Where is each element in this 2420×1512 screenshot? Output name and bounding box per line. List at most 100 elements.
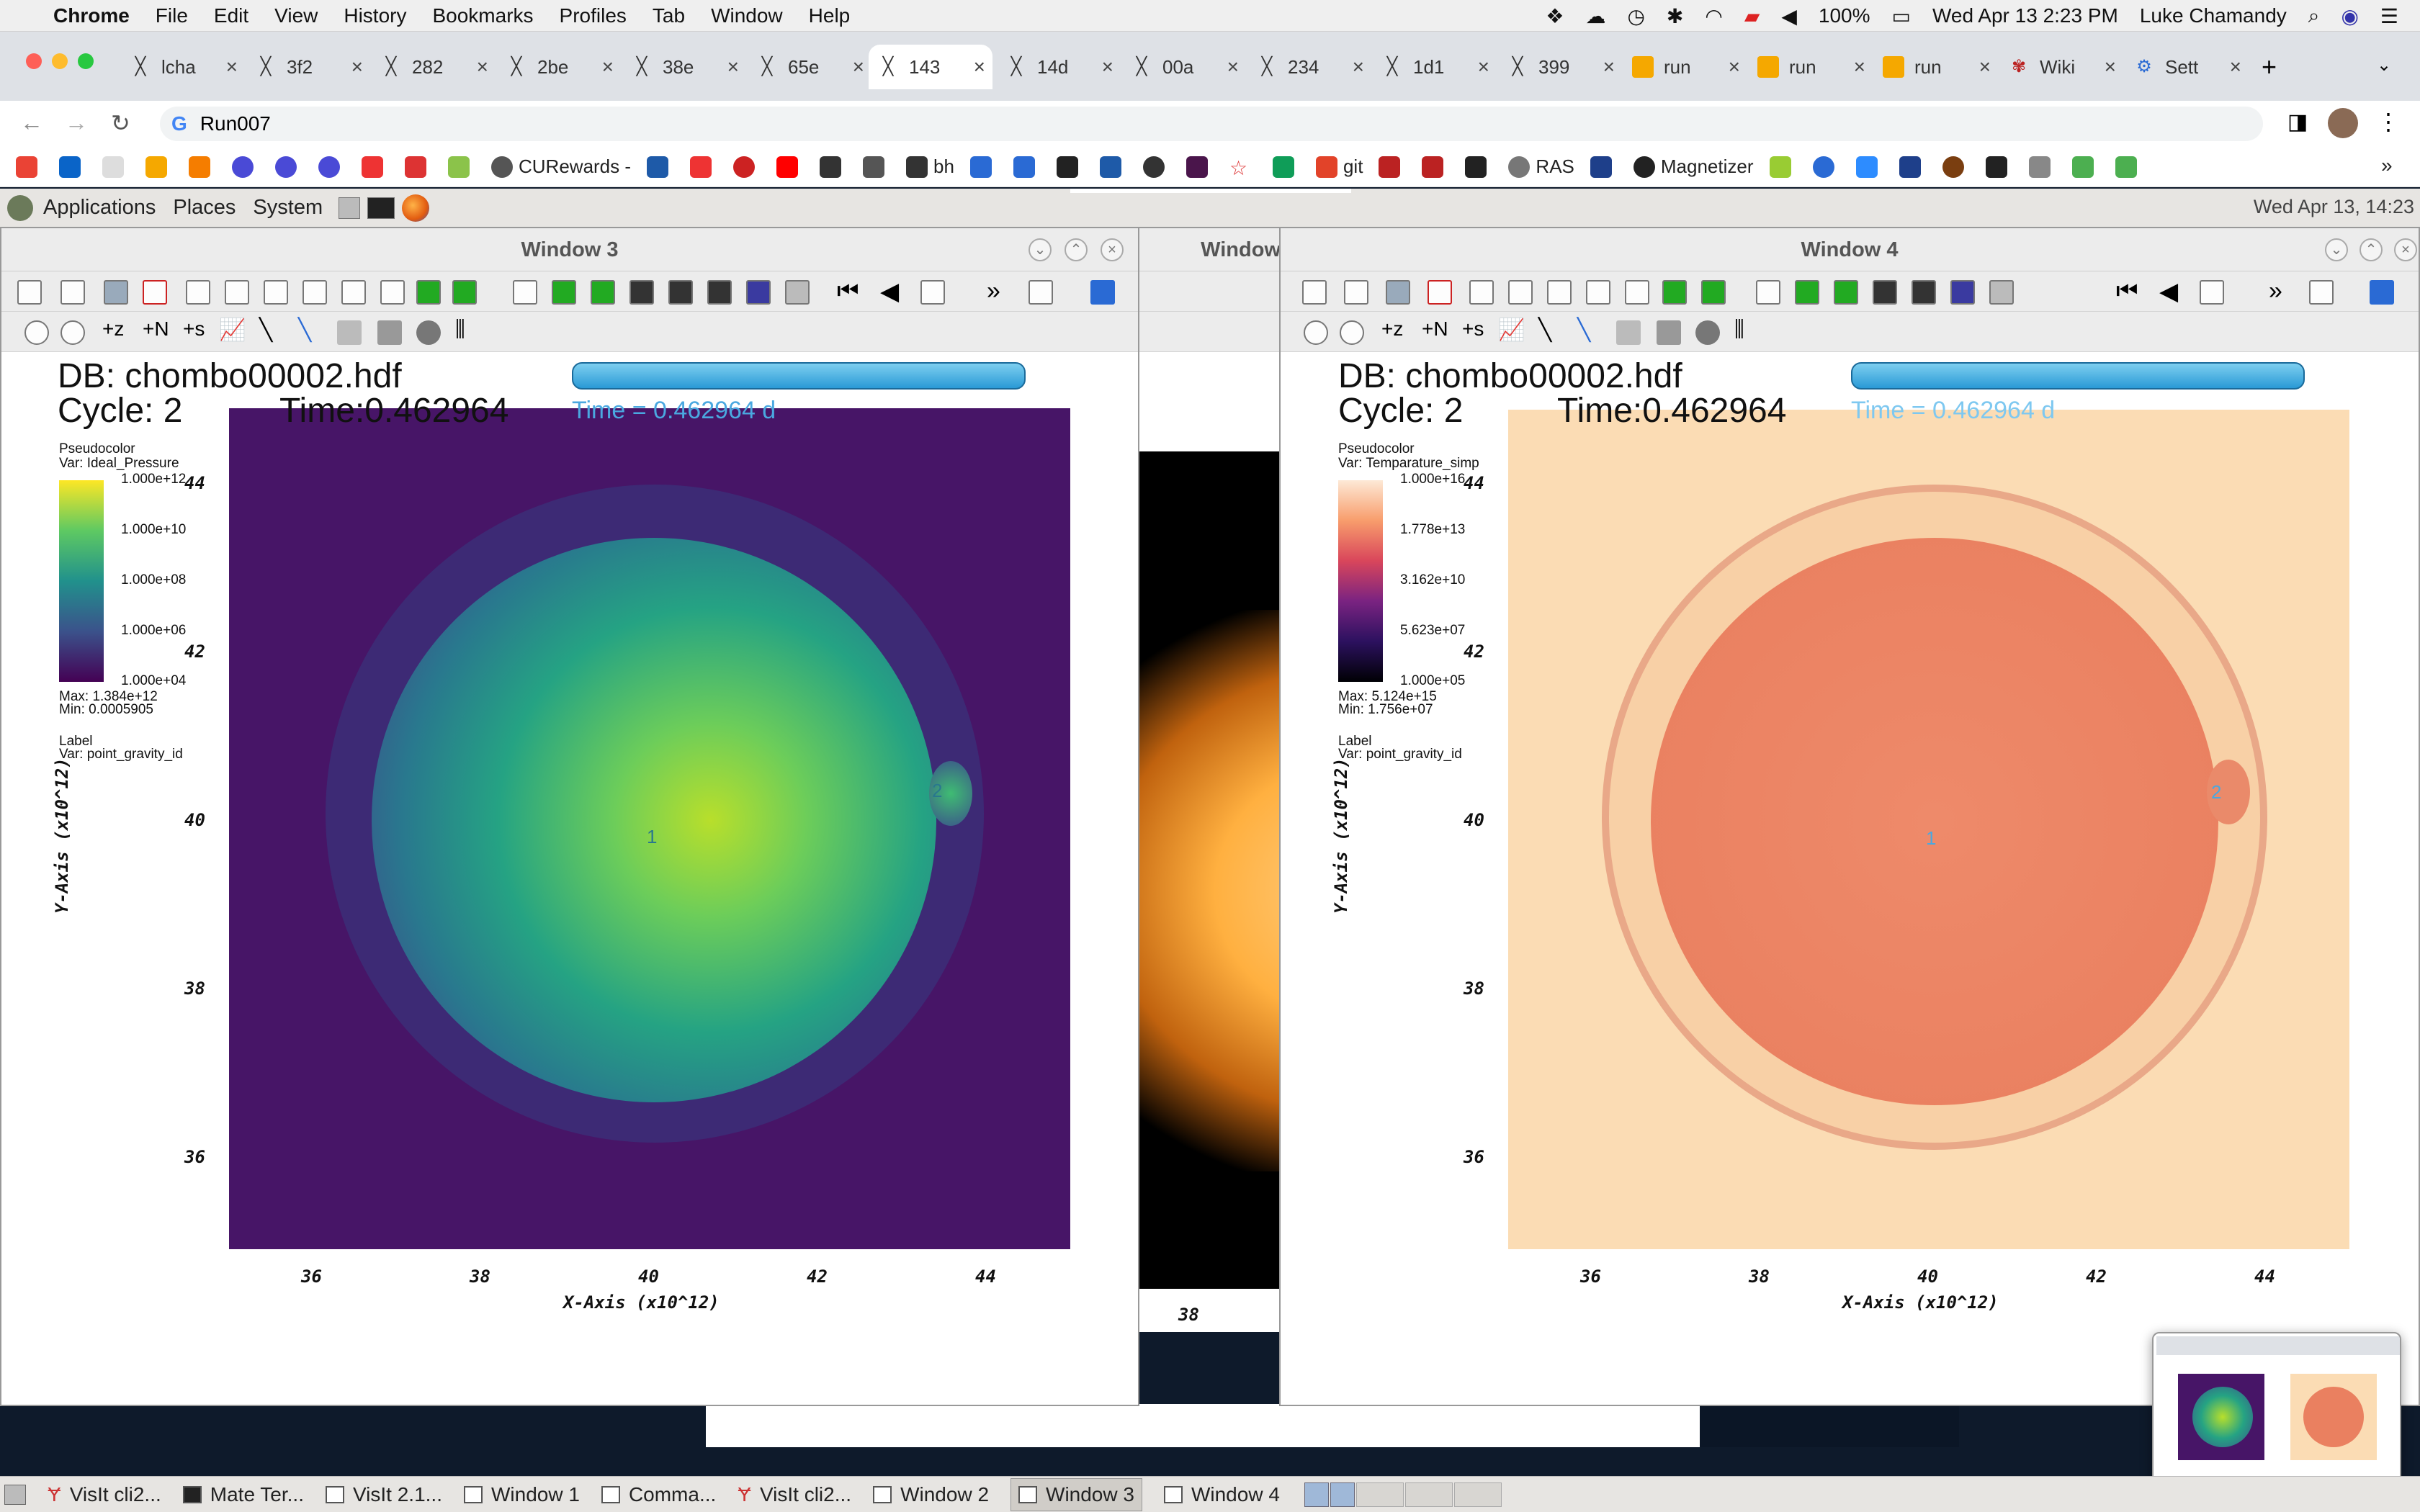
menubar-user[interactable]: Luke Chamandy: [2140, 4, 2287, 27]
workspace-switcher[interactable]: [1304, 1482, 1502, 1507]
layout-1x2-icon[interactable]: [225, 280, 249, 305]
tab-close-icon[interactable]: ×: [1353, 55, 1364, 78]
menu-system[interactable]: System: [253, 196, 323, 220]
layout-1x1-icon[interactable]: [186, 280, 210, 305]
close-window-button[interactable]: [26, 53, 42, 69]
bookmark-b12[interactable]: [1142, 156, 1170, 178]
time-slider-bar[interactable]: [1851, 362, 2305, 390]
camera-icon[interactable]: [1950, 280, 1975, 305]
plot-tool-icon[interactable]: [1090, 280, 1115, 305]
draw-plots-icon[interactable]: [1834, 280, 1858, 305]
tab-close-icon[interactable]: ×: [2230, 55, 2241, 78]
bookmark-youtube[interactable]: [776, 156, 804, 178]
bookmark-e7[interactable]: [2028, 156, 2056, 178]
layout-2x4-icon[interactable]: [341, 280, 366, 305]
navigate-icon[interactable]: [1304, 320, 1328, 345]
tab-close-icon[interactable]: ×: [1603, 55, 1615, 78]
bookmark-e2[interactable]: [1812, 156, 1840, 178]
browser-tab[interactable]: run ×: [1623, 45, 1747, 89]
maximize-chevron-icon[interactable]: ⌃: [2360, 238, 2383, 261]
window-titlebar[interactable]: Window 3: [1, 228, 1138, 271]
browser-tab[interactable]: ⚙ Sett ×: [2125, 45, 2249, 89]
lock-time-icon[interactable]: [1701, 280, 1726, 305]
layout-2x2-icon[interactable]: [1547, 280, 1572, 305]
camera-icon[interactable]: [1912, 280, 1936, 305]
minimize-chevron-icon[interactable]: ⌄: [2325, 238, 2348, 261]
taskbar-item[interactable]: Window 4: [1163, 1483, 1280, 1506]
box-tool-icon[interactable]: [337, 320, 362, 345]
browser-tab[interactable]: ✾ Wiki ×: [1999, 45, 2123, 89]
view-3d-icon[interactable]: [513, 280, 537, 305]
firefox-icon[interactable]: [402, 194, 430, 222]
taskbar-item[interactable]: Window 2: [873, 1483, 989, 1506]
browser-tab[interactable]: ╳ lcha ×: [121, 45, 245, 89]
stop-icon[interactable]: [920, 280, 945, 305]
copy-window-icon[interactable]: [1386, 280, 1410, 305]
tab-close-icon[interactable]: ×: [602, 55, 614, 78]
time-machine-icon[interactable]: ◷: [1627, 4, 1644, 28]
browser-tab-active[interactable]: ╳ 143 ×: [869, 45, 992, 89]
bookmark-a1[interactable]: [232, 156, 259, 178]
menu-file[interactable]: File: [156, 4, 188, 27]
bookmark-e5[interactable]: [1942, 156, 1970, 178]
bookmark-e4[interactable]: [1899, 156, 1927, 178]
tab-close-icon[interactable]: ×: [727, 55, 739, 78]
camera-icon[interactable]: [668, 280, 693, 305]
battery-percent[interactable]: 100%: [1819, 4, 1870, 27]
bookmark-b1[interactable]: [647, 156, 674, 178]
file-manager-icon[interactable]: [339, 197, 361, 219]
bookmark-run[interactable]: [145, 156, 173, 178]
visit-window-3[interactable]: Window 3 ⌄ ⌃ × ⏮ ◀ » +z +N +s 📈 ╲ ╲ ⫼ DB…: [0, 227, 1139, 1406]
window-titlebar[interactable]: Window 4: [1281, 228, 2419, 271]
workspace-4[interactable]: [1404, 1482, 1453, 1507]
layout-1x2-icon[interactable]: [1508, 280, 1533, 305]
bookmark-m[interactable]: [448, 156, 475, 178]
tab-search-chevron-icon[interactable]: ⌄: [2377, 55, 2391, 76]
step-back-icon[interactable]: ⏮: [2116, 277, 2138, 305]
sphere-tool-icon[interactable]: [416, 320, 441, 345]
bookmark-zoom[interactable]: [1855, 156, 1883, 178]
control-center-icon[interactable]: ☰: [2380, 4, 2398, 28]
bookmark-b10[interactable]: [1056, 156, 1084, 178]
active-plot-icon[interactable]: [1795, 280, 1819, 305]
curve-icon[interactable]: 📈: [219, 318, 246, 343]
layout-3x3-icon[interactable]: [1625, 280, 1649, 305]
bluetooth-icon[interactable]: ✱: [1667, 4, 1683, 28]
panel-clock[interactable]: Wed Apr 13, 14:23: [2254, 196, 2414, 218]
spotlight-icon[interactable]: ⌕: [2308, 4, 2320, 28]
stop-icon[interactable]: [2200, 280, 2224, 305]
tab-close-icon[interactable]: ×: [477, 55, 488, 78]
bookmark-b3[interactable]: [733, 156, 761, 178]
bookmark-paw1[interactable]: [1379, 156, 1406, 178]
terminal-icon[interactable]: [367, 197, 395, 219]
annotation-icon[interactable]: [1028, 280, 1053, 305]
profile-avatar[interactable]: [2328, 108, 2358, 138]
bookmark-git[interactable]: git: [1315, 156, 1363, 178]
workspace-5[interactable]: [1453, 1482, 1502, 1507]
browser-tab[interactable]: ╳ 65e ×: [748, 45, 871, 89]
annotation-icon[interactable]: [2309, 280, 2334, 305]
menu-profiles[interactable]: Profiles: [560, 4, 627, 27]
bookmark-b9[interactable]: [1013, 156, 1041, 178]
camera-icon[interactable]: [629, 280, 654, 305]
camera-icon[interactable]: [746, 280, 771, 305]
navigate-icon[interactable]: [24, 320, 49, 345]
bookmark-calendar[interactable]: [1590, 156, 1618, 178]
browser-tab[interactable]: run ×: [1749, 45, 1873, 89]
more-bookmarks-chevron-icon[interactable]: »: [2381, 154, 2393, 177]
line-tool-icon[interactable]: ╲: [298, 318, 311, 343]
bookmark-a3[interactable]: [318, 156, 346, 178]
bookmark-x11[interactable]: [102, 156, 130, 178]
workspace-1[interactable]: [1304, 1482, 1329, 1507]
lock-view-icon[interactable]: [1662, 280, 1687, 305]
workspace-3[interactable]: [1355, 1482, 1404, 1507]
lock-time-icon[interactable]: [452, 280, 477, 305]
bookmark-b8[interactable]: [969, 156, 998, 178]
bookmark-lock[interactable]: [1465, 156, 1492, 178]
tab-close-icon[interactable]: ×: [974, 55, 985, 78]
minimize-chevron-icon[interactable]: ⌄: [1028, 238, 1052, 261]
bookmark-e6[interactable]: [1985, 156, 2013, 178]
dropbox-icon[interactable]: ❖: [1546, 4, 1564, 28]
bookmark-b11[interactable]: [1099, 156, 1127, 178]
bookmark-magnetizer[interactable]: Magnetizer: [1633, 156, 1754, 178]
